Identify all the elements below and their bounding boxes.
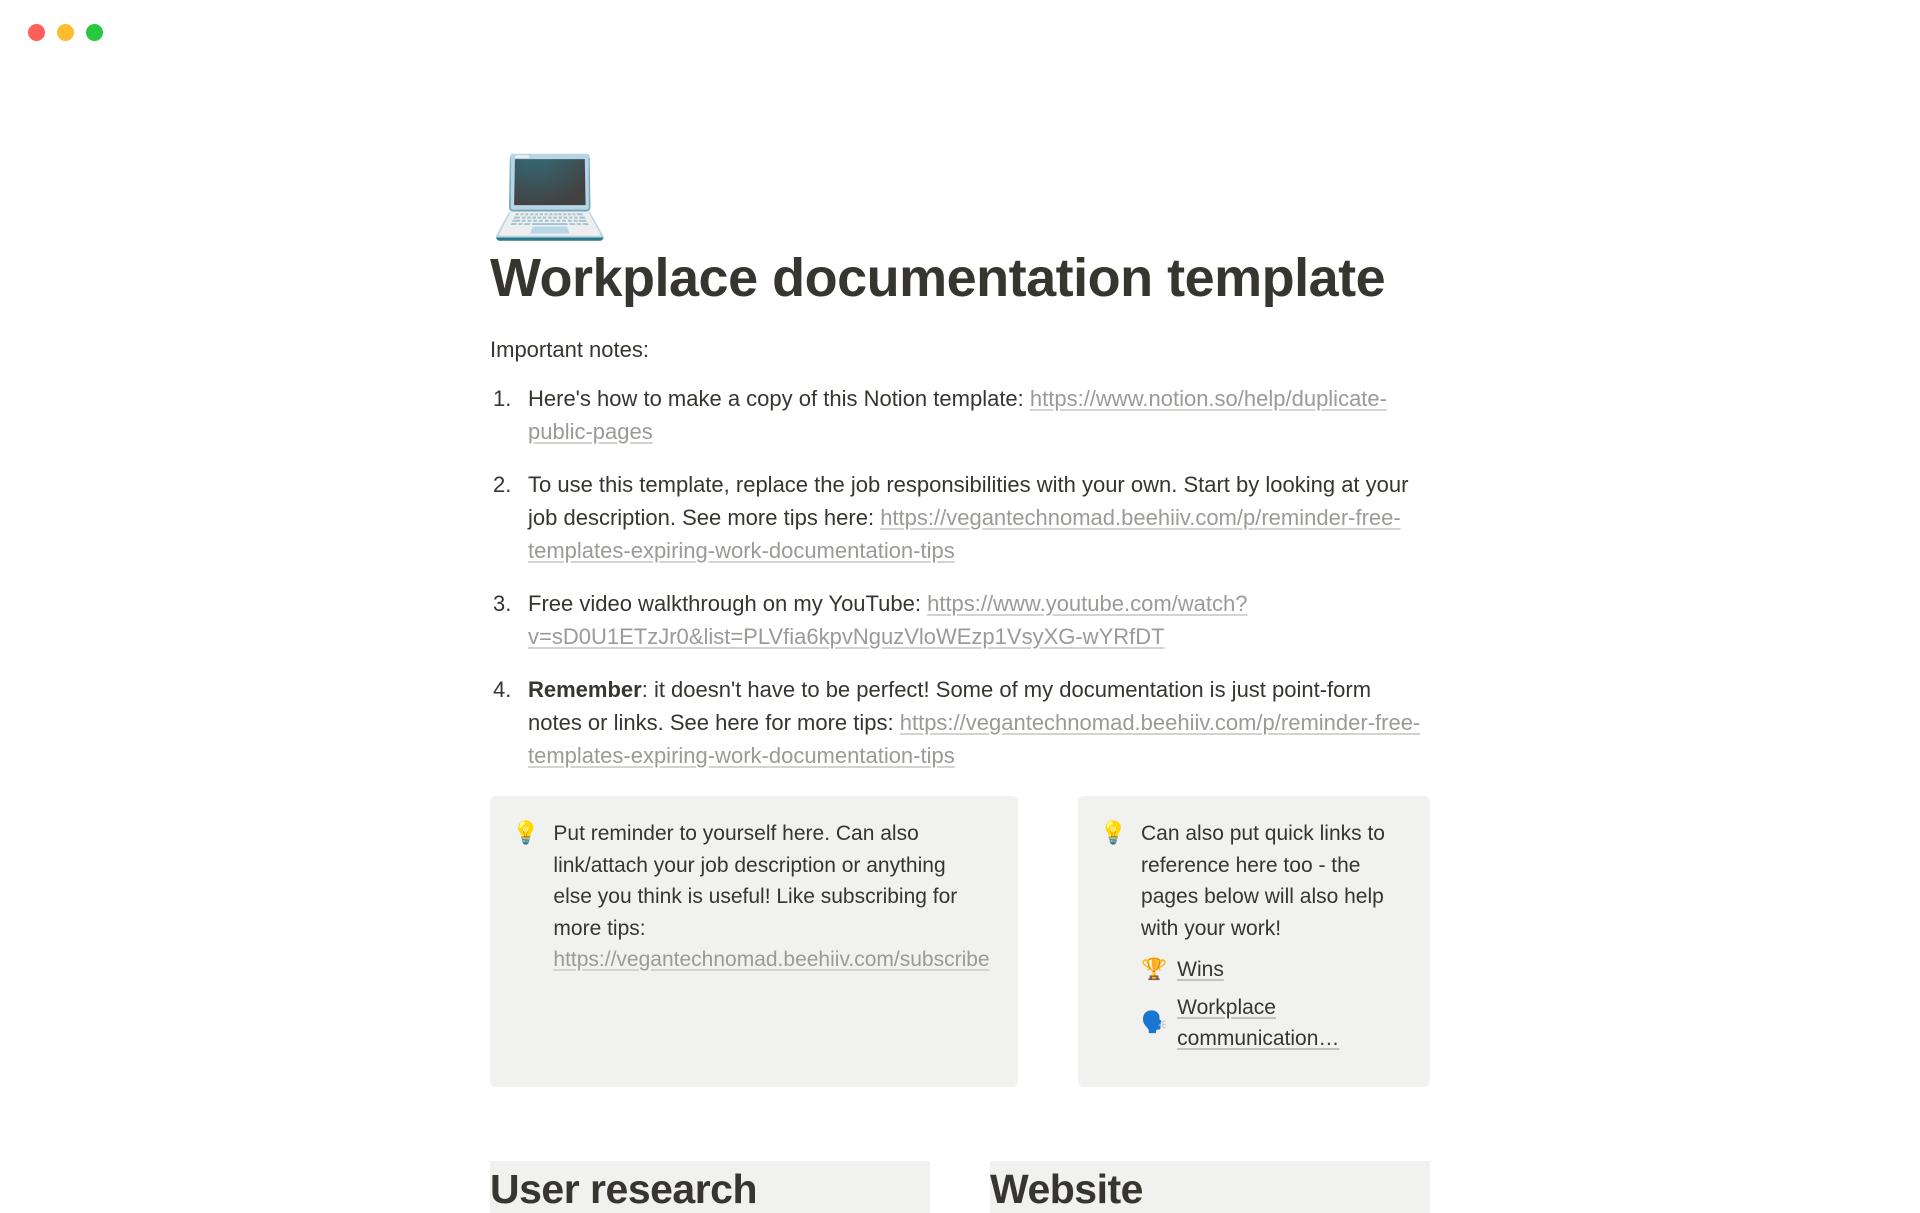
page-icon[interactable]: 💻: [490, 141, 1430, 237]
section-column-left: User research: [490, 1161, 930, 1213]
page-link-wins[interactable]: 🏆 Wins: [1141, 954, 1402, 986]
intro-text[interactable]: Important notes:: [490, 333, 1430, 366]
callout-text: Can also put quick links to reference he…: [1141, 818, 1402, 1061]
trophy-icon: 🏆: [1141, 954, 1167, 986]
list-item[interactable]: Remember: it doesn't have to be perfect!…: [490, 673, 1430, 772]
page-content: 💻 Workplace documentation template Impor…: [490, 41, 1430, 1213]
callout-body: Put reminder to yourself here. Can also …: [553, 822, 957, 940]
note-text: Free video walkthrough on my YouTube:: [528, 591, 927, 616]
close-window-button[interactable]: [28, 24, 45, 41]
minimize-window-button[interactable]: [57, 24, 74, 41]
window-controls: [0, 0, 1920, 41]
callout-reminder[interactable]: 💡 Put reminder to yourself here. Can als…: [490, 796, 1018, 1087]
subscribe-link[interactable]: https://vegantechnomad.beehiiv.com/subsc…: [553, 948, 989, 971]
section-column-right: Website: [990, 1161, 1430, 1213]
list-item[interactable]: Here's how to make a copy of this Notion…: [490, 382, 1430, 448]
page-link-communication[interactable]: 🗣️ Workplace communication…: [1141, 992, 1402, 1055]
speaking-head-icon: 🗣️: [1141, 1007, 1167, 1039]
list-item[interactable]: To use this template, replace the job re…: [490, 468, 1430, 567]
callout-pages: 🏆 Wins 🗣️ Workplace communication…: [1141, 954, 1402, 1055]
sections-row: User research Website: [490, 1161, 1430, 1213]
callout-text: Put reminder to yourself here. Can also …: [553, 818, 989, 1061]
section-heading-website[interactable]: Website: [990, 1161, 1430, 1213]
bulb-icon: 💡: [1100, 818, 1127, 1061]
page-link-label: Workplace communication…: [1177, 992, 1402, 1055]
callout-body: Can also put quick links to reference he…: [1141, 818, 1402, 944]
maximize-window-button[interactable]: [86, 24, 103, 41]
callouts-row: 💡 Put reminder to yourself here. Can als…: [490, 796, 1430, 1087]
note-bold-prefix: Remember: [528, 677, 642, 702]
page-link-label: Wins: [1177, 954, 1224, 986]
notes-list: Here's how to make a copy of this Notion…: [490, 382, 1430, 772]
callout-quick-links[interactable]: 💡 Can also put quick links to reference …: [1078, 796, 1430, 1087]
list-item[interactable]: Free video walkthrough on my YouTube: ht…: [490, 587, 1430, 653]
page-title[interactable]: Workplace documentation template: [490, 247, 1430, 309]
note-text: Here's how to make a copy of this Notion…: [528, 386, 1030, 411]
bulb-icon: 💡: [512, 818, 539, 1061]
section-heading-user-research[interactable]: User research: [490, 1161, 930, 1213]
